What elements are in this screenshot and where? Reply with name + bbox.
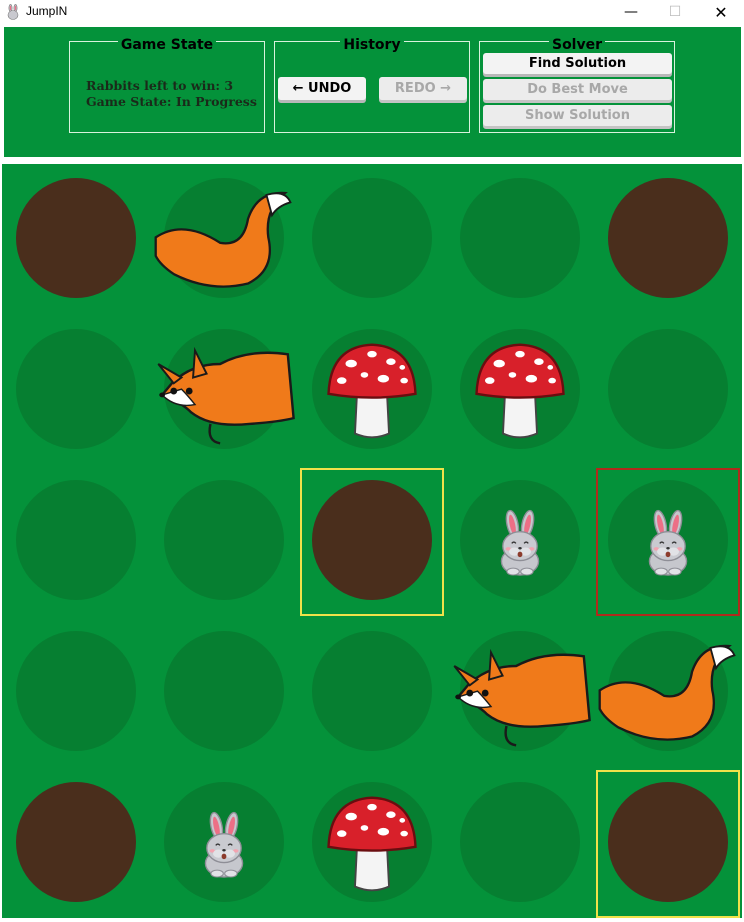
grass-hole (164, 631, 284, 751)
fox-head-piece[interactable] (150, 335, 298, 451)
mushroom-piece (327, 796, 417, 892)
board-cell[interactable] (298, 164, 446, 315)
grass-hole (16, 631, 136, 751)
board-cell[interactable] (298, 768, 446, 919)
board-cell[interactable] (2, 164, 150, 315)
board-cell[interactable] (150, 768, 298, 919)
control-panel: Game State Rabbits left to win: 3 Game S… (4, 27, 741, 157)
game-board (2, 164, 742, 918)
board-cell[interactable] (2, 617, 150, 768)
game-state-group: Game State Rabbits left to win: 3 Game S… (69, 37, 265, 133)
board-cell[interactable] (446, 617, 594, 768)
grass-hole (608, 329, 728, 449)
history-title: History (340, 37, 404, 53)
grass-hole (312, 631, 432, 751)
rabbit-icon (7, 4, 19, 20)
solver-title: Solver (548, 37, 606, 53)
board-cell[interactable] (298, 617, 446, 768)
game-state-title: Game State (117, 37, 217, 53)
fox-tail-piece[interactable] (150, 182, 298, 302)
mushroom-piece (327, 343, 417, 439)
fox-head-piece[interactable] (446, 637, 594, 753)
grass-hole (164, 480, 284, 600)
dirt-hole (608, 178, 728, 298)
close-button[interactable]: ✕ (698, 0, 744, 24)
undo-button[interactable]: ← UNDO (278, 77, 366, 100)
mushroom-piece (475, 343, 565, 439)
panel-divider (0, 157, 744, 164)
board-cell[interactable] (594, 164, 742, 315)
dirt-hole (16, 782, 136, 902)
valid-move-highlight[interactable] (596, 770, 740, 918)
solver-group: Solver Find Solution Do Best Move Show S… (479, 37, 675, 133)
board-cell[interactable] (446, 466, 594, 617)
minimize-button[interactable]: — (608, 0, 654, 24)
board-cell[interactable] (2, 466, 150, 617)
title-bar: JumpIN — ☐ ✕ (0, 0, 744, 24)
board-cell[interactable] (594, 315, 742, 466)
board-cell[interactable] (150, 617, 298, 768)
valid-move-highlight[interactable] (300, 468, 444, 616)
bottom-border (0, 918, 744, 922)
board-cell[interactable] (150, 164, 298, 315)
board-cell[interactable] (2, 768, 150, 919)
board-cell[interactable] (298, 315, 446, 466)
board-cell[interactable] (446, 164, 594, 315)
board-cell[interactable] (446, 768, 594, 919)
show-solution-button[interactable]: Show Solution (483, 105, 672, 126)
maximize-button[interactable]: ☐ (652, 0, 698, 24)
grass-hole (16, 329, 136, 449)
rabbits-left-text: Rabbits left to win: 3 (86, 78, 234, 93)
selected-cell-highlight[interactable] (596, 468, 740, 616)
rabbit-piece[interactable] (487, 502, 553, 582)
board-cell[interactable] (150, 466, 298, 617)
dirt-hole (16, 178, 136, 298)
window-title: JumpIN (26, 4, 68, 18)
board-cell[interactable] (446, 315, 594, 466)
board-cell[interactable] (150, 315, 298, 466)
board-cell[interactable] (594, 617, 742, 768)
game-status-text: Game State: In Progress (86, 94, 257, 109)
history-group: History ← UNDO REDO → (274, 37, 470, 133)
fox-tail-piece[interactable] (594, 635, 742, 755)
board-cell[interactable] (2, 315, 150, 466)
grass-hole (460, 782, 580, 902)
find-solution-button[interactable]: Find Solution (483, 53, 672, 74)
redo-button[interactable]: REDO → (379, 77, 467, 100)
grass-hole (460, 178, 580, 298)
grass-hole (16, 480, 136, 600)
best-move-button[interactable]: Do Best Move (483, 79, 672, 100)
grass-hole (312, 178, 432, 298)
rabbit-piece[interactable] (191, 804, 257, 884)
